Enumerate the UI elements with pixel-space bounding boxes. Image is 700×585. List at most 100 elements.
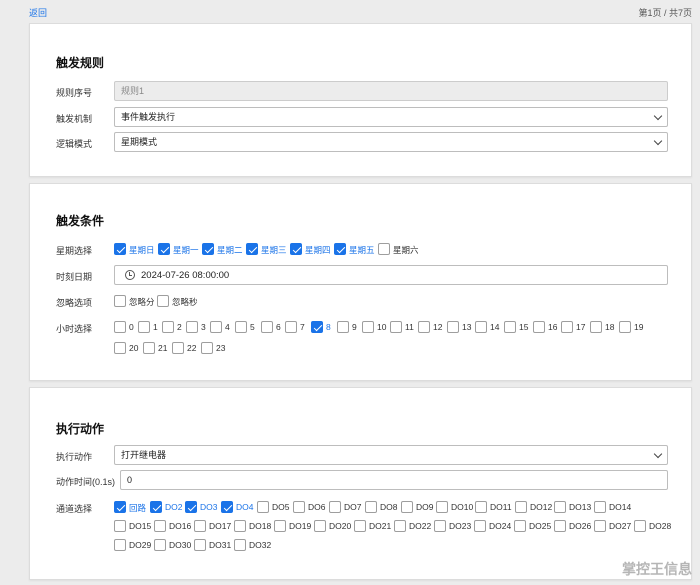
- logic-select[interactable]: 星期模式: [114, 132, 668, 152]
- checkbox-label: 18: [605, 322, 615, 332]
- checkbox-icon: [235, 321, 247, 333]
- checkbox-icon: [154, 520, 166, 532]
- checkbox-label: 星期一: [173, 245, 199, 255]
- checkbox-icon: [561, 321, 573, 333]
- checkbox-icon: [329, 501, 341, 513]
- checkbox-label: DO26: [569, 521, 592, 531]
- checkbox-icon: [114, 295, 126, 307]
- checkbox-icon: [504, 321, 516, 333]
- action-select[interactable]: 打开继电器: [114, 445, 668, 465]
- checkbox-checked-icon: [311, 321, 323, 333]
- logic-value: 星期模式: [121, 137, 158, 147]
- checkbox-icon: [533, 321, 545, 333]
- checkbox-label: 星期二: [217, 245, 243, 255]
- checkbox-label: 20: [129, 343, 139, 353]
- checkbox-icon: [201, 342, 213, 354]
- checkbox-label: DO22: [409, 521, 432, 531]
- checkbox-icon: [261, 321, 273, 333]
- checkbox-label: DO24: [489, 521, 512, 531]
- action-value: 打开继电器: [121, 450, 167, 460]
- checkbox-icon: [401, 501, 413, 513]
- checkbox-icon: [554, 501, 566, 513]
- checkbox-icon: [590, 321, 602, 333]
- checkbox-label: 忽略分: [129, 297, 155, 307]
- page-indicator: 第1页 / 共7页: [638, 8, 692, 18]
- rule-seq-field: 规则1: [114, 81, 668, 101]
- trigger-rule-title: 触发规则: [56, 56, 105, 70]
- checkbox-label: 星期六: [393, 245, 419, 255]
- checkbox-label: DO15: [129, 521, 152, 531]
- checkbox-label: 21: [158, 343, 168, 353]
- checkbox-label: 7: [300, 322, 305, 332]
- checkbox-icon: [554, 520, 566, 532]
- checkbox-label: DO28: [649, 521, 672, 531]
- checkbox-label: DO32: [249, 540, 272, 550]
- checkbox-label: 3: [201, 322, 206, 332]
- checkbox-icon: [114, 342, 126, 354]
- checkbox-icon: [293, 501, 305, 513]
- checkbox-label: 8: [326, 322, 331, 332]
- checkbox-icon: [234, 520, 246, 532]
- datetime-input[interactable]: 2024-07-26 08:00:00: [114, 265, 668, 285]
- checkbox-label: 4: [225, 322, 230, 332]
- logic-label: 逻辑模式: [56, 139, 93, 149]
- checkbox-label: 15: [519, 322, 529, 332]
- watermark: 掌控王信息: [622, 562, 692, 578]
- checkbox-icon: [515, 501, 527, 513]
- checkbox-label: 2: [177, 322, 182, 332]
- checkbox-label: 19: [634, 322, 644, 332]
- checkbox-label: DO7: [344, 502, 362, 512]
- top-bar: 返回 第1页 / 共7页: [0, 0, 700, 22]
- channel-label: 通道选择: [56, 504, 93, 514]
- checkbox-label: 0: [129, 322, 134, 332]
- checkbox-icon: [157, 295, 169, 307]
- checkbox-icon: [138, 321, 150, 333]
- checkbox-icon: [418, 321, 430, 333]
- checkbox-checked-icon: [114, 501, 126, 513]
- checkbox-label: 星期三: [261, 245, 287, 255]
- mechanism-value: 事件触发执行: [121, 112, 176, 122]
- checkbox-checked-icon: [185, 501, 197, 513]
- checkbox-label: DO20: [329, 521, 352, 531]
- checkbox-label: DO30: [169, 540, 192, 550]
- checkbox-icon: [362, 321, 374, 333]
- checkbox-label: 1: [153, 322, 158, 332]
- checkbox-checked-icon: [150, 501, 162, 513]
- checkbox-icon: [594, 520, 606, 532]
- rule-seq-label: 规则序号: [56, 88, 93, 98]
- checkbox-label: 11: [405, 322, 414, 332]
- duration-label: 动作时间(0.1s): [56, 477, 116, 487]
- checkbox-icon: [154, 539, 166, 551]
- checkbox-icon: [394, 520, 406, 532]
- checkbox-icon: [114, 539, 126, 551]
- checkbox-icon: [143, 342, 155, 354]
- checkbox-icon: [475, 321, 487, 333]
- chevron-down-icon: [653, 111, 663, 121]
- checkbox-label: DO3: [200, 502, 218, 512]
- checkbox-icon: [474, 520, 486, 532]
- checkbox-label: 9: [352, 322, 357, 332]
- checkbox-label: 10: [377, 322, 387, 332]
- checkbox-checked-icon: [202, 243, 214, 255]
- back-link[interactable]: 返回: [29, 6, 47, 19]
- checkbox-label: 5: [250, 322, 255, 332]
- checkbox-label: 22: [187, 343, 197, 353]
- checkbox-label: DO9: [416, 502, 434, 512]
- checkbox-icon: [234, 539, 246, 551]
- checkbox-label: DO2: [165, 502, 183, 512]
- checkbox-label: DO12: [530, 502, 553, 512]
- datetime-value: 2024-07-26 08:00:00: [141, 270, 230, 281]
- mechanism-select[interactable]: 事件触发执行: [114, 107, 668, 127]
- checkbox-label: DO11: [490, 502, 512, 512]
- checkbox-icon: [390, 321, 402, 333]
- checkbox-label: DO18: [249, 521, 272, 531]
- duration-input[interactable]: 0: [120, 470, 668, 490]
- chevron-down-icon: [653, 136, 663, 146]
- trigger-condition-title: 触发条件: [56, 214, 105, 228]
- checkbox-label: 13: [462, 322, 472, 332]
- checkbox-icon: [447, 321, 459, 333]
- checkbox-checked-icon: [158, 243, 170, 255]
- clock-icon: [125, 270, 135, 280]
- checkbox-icon: [436, 501, 448, 513]
- checkbox-label: 23: [216, 343, 226, 353]
